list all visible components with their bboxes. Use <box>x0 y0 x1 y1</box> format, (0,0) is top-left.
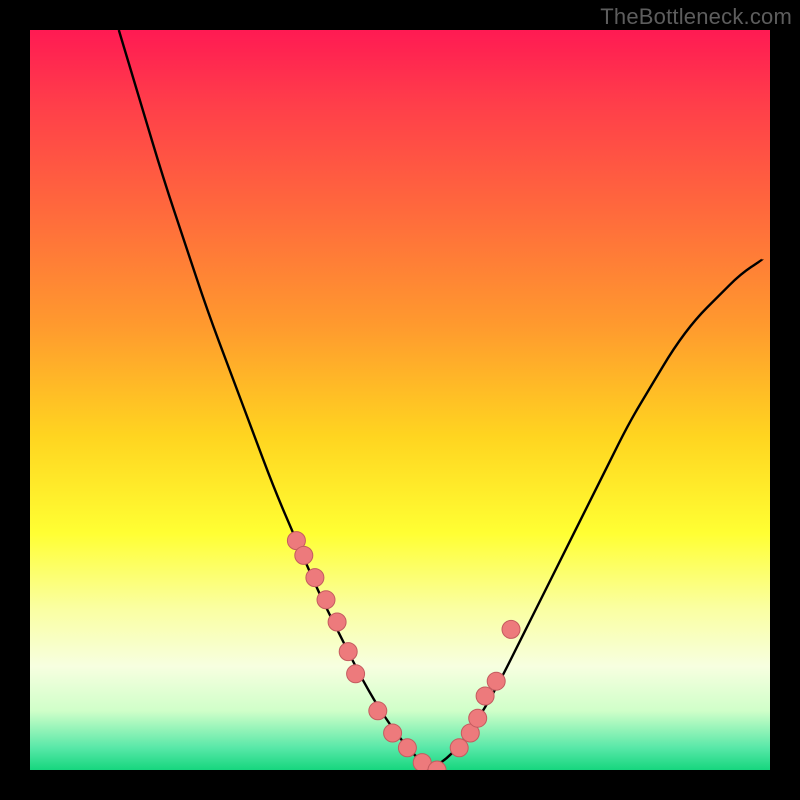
attribution-label: TheBottleneck.com <box>600 4 792 30</box>
chart-frame: TheBottleneck.com <box>0 0 800 800</box>
chart-plot-area <box>30 30 770 770</box>
